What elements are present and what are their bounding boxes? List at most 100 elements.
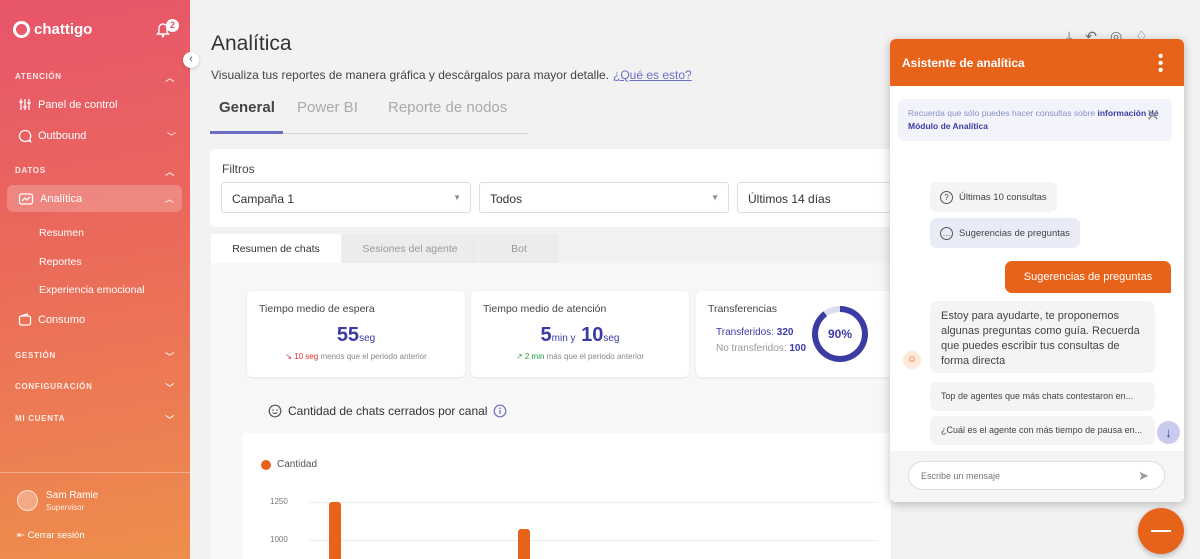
- kpi-title: Tiempo medio de espera: [259, 303, 375, 315]
- chart-bar[interactable]: [329, 502, 341, 559]
- kpi-value: 5min y 10seg: [471, 324, 689, 347]
- logout-icon: ⇤: [17, 530, 28, 541]
- suggestion-item[interactable]: Top de agentes que más chats contestaron…: [930, 382, 1155, 411]
- chat-bubble-icon: …: [940, 226, 953, 240]
- chip-label: Sugerencias de preguntas: [959, 227, 1070, 239]
- logo-mark-icon: [13, 21, 30, 38]
- chat-notice: Recuerda que sólo puedes hacer consultas…: [898, 99, 1172, 141]
- chattigo-logo[interactable]: chattigo: [13, 21, 92, 38]
- chevron-up-icon: ︿: [165, 167, 175, 177]
- section-datos[interactable]: DATOS ︿: [15, 166, 175, 177]
- message-input[interactable]: [908, 461, 1165, 490]
- subtab-bot[interactable]: Bot: [479, 234, 559, 264]
- chevron-up-icon: ︿: [164, 194, 174, 204]
- sidebar-subitem-reportes[interactable]: Reportes: [39, 256, 82, 268]
- not-transferred-value: 100: [789, 343, 807, 354]
- more-options-icon[interactable]: • • •: [1158, 49, 1163, 78]
- kpi-delta-value: 10 seg: [294, 352, 319, 361]
- notice-text: Recuerda que sólo puedes hacer consultas…: [908, 108, 1096, 118]
- user-message: Sugerencias de preguntas: [1005, 261, 1171, 293]
- suggestion-item[interactable]: ¿Cuál es el agente con más tiempo de pau…: [930, 416, 1155, 445]
- chat-toggle-button[interactable]: [1138, 508, 1184, 554]
- collapse-sidebar-button[interactable]: ‹: [183, 52, 199, 68]
- kpi-card-transfers: Transferencias Transferidos: 320 No tran…: [696, 291, 896, 377]
- scope-select[interactable]: Todos ▼: [479, 182, 729, 213]
- sidebar-item-consumo[interactable]: Consumo: [18, 313, 176, 327]
- chevron-down-icon: ﹀: [166, 131, 176, 142]
- chevron-down-icon: ﹀: [165, 383, 175, 393]
- question-icon: ?: [940, 190, 953, 204]
- tab-reporte-nodos[interactable]: Reporte de nodos: [388, 99, 507, 116]
- dropdown-arrow-icon: ▼: [453, 193, 461, 202]
- avatar[interactable]: [17, 490, 38, 511]
- close-icon[interactable]: ✕: [1146, 107, 1160, 124]
- tab-general[interactable]: General: [219, 99, 275, 116]
- chart-legend[interactable]: Cantidad: [261, 459, 317, 470]
- logo-text: chattigo: [34, 21, 93, 38]
- send-icon[interactable]: ➤: [1138, 468, 1172, 484]
- wallet-icon: [18, 313, 32, 326]
- page-subtitle: Visualiza tus reportes de manera gráfica…: [211, 68, 692, 82]
- chart-title: Cantidad de chats cerrados por canal: [268, 404, 507, 418]
- sidebar-subitem-resumen[interactable]: Resumen: [39, 227, 84, 239]
- help-link[interactable]: ¿Qué es esto?: [613, 68, 692, 82]
- subtab-resumen-chats[interactable]: Resumen de chats: [211, 234, 341, 264]
- subtab-sesiones-agente[interactable]: Sesiones del agente: [342, 234, 478, 264]
- gridline: [308, 502, 878, 503]
- chat-title: Asistente de analítica: [902, 56, 1025, 70]
- chip-label: Últimas 10 consultas: [959, 191, 1047, 203]
- chip-suggestions[interactable]: … Sugerencias de preguntas: [930, 218, 1080, 248]
- campaign-select[interactable]: Campaña 1 ▼: [221, 182, 471, 213]
- not-transferred-line: No transferidos: 100: [716, 343, 806, 354]
- y-tick-label: 1000: [270, 535, 288, 544]
- user-role: Supervisor: [46, 503, 85, 512]
- donut-percent: 90%: [818, 312, 862, 356]
- section-mi-cuenta[interactable]: MI CUENTA ﹀: [15, 414, 175, 425]
- bot-avatar-icon: ☺: [903, 351, 921, 369]
- legend-swatch: [261, 459, 271, 470]
- sidebar-item-panel[interactable]: Panel de control: [18, 98, 176, 111]
- page-subtitle-text: Visualiza tus reportes de manera gráfica…: [211, 68, 609, 82]
- minimize-icon: [1151, 530, 1171, 532]
- chat-bubble-icon: [18, 129, 32, 143]
- trend-up-icon: ↗: [515, 352, 523, 361]
- transfer-donut: 90%: [812, 306, 868, 362]
- sidebar-item-label: Panel de control: [38, 98, 118, 111]
- sidebar: chattigo 2 ATENCIÓN ︿ Panel de control Ou…: [0, 0, 190, 559]
- tab-power-bi[interactable]: Power BI: [297, 99, 358, 116]
- page-title: Analítica: [211, 32, 292, 55]
- chart-bar[interactable]: [518, 529, 530, 559]
- section-gestion[interactable]: GESTIÓN ﹀: [15, 351, 175, 362]
- section-configuracion[interactable]: CONFIGURACIÓN ﹀: [15, 382, 175, 393]
- section-atencion[interactable]: ATENCIÓN ︿: [15, 72, 175, 83]
- section-atencion-label: ATENCIÓN: [15, 72, 62, 81]
- campaign-select-value: Campaña 1: [232, 192, 295, 206]
- sidebar-subitem-experiencia[interactable]: Experiencia emocional: [39, 284, 145, 296]
- logout-link[interactable]: ⇤ Cerrar sesión: [17, 530, 85, 541]
- sidebar-item-outbound[interactable]: Outbound ﹀: [18, 129, 176, 143]
- transferred-value: 320: [776, 327, 794, 338]
- section-mi-cuenta-label: MI CUENTA: [15, 414, 66, 423]
- user-name: Sam Ramie: [46, 490, 99, 501]
- period-select-value: Últimos 14 días: [748, 192, 831, 206]
- kpi-card-wait: Tiempo medio de espera 55seg ↘ 10 seg me…: [247, 291, 465, 377]
- analytics-icon: [18, 192, 34, 205]
- kpi-value: 55seg: [247, 324, 465, 347]
- kpi-delta-value: 2 min: [524, 352, 545, 361]
- transferred-line: Transferidos: 320: [716, 327, 793, 338]
- sidebar-item-label: Outbound: [38, 130, 87, 142]
- sliders-icon: [19, 99, 31, 110]
- kpi-card-attention: Tiempo medio de atención 5min y 10seg ↗ …: [471, 291, 689, 377]
- info-icon[interactable]: [493, 404, 507, 418]
- sidebar-item-label: Analítica: [40, 192, 83, 205]
- section-configuracion-label: CONFIGURACIÓN: [15, 382, 93, 391]
- chevron-down-icon: ﹀: [165, 415, 175, 425]
- scroll-down-button[interactable]: ↓: [1157, 421, 1180, 444]
- chip-recent-queries[interactable]: ? Últimas 10 consultas: [930, 182, 1057, 212]
- sidebar-divider: [0, 472, 190, 473]
- active-tab-indicator: [210, 131, 283, 134]
- y-tick-label: 1250: [270, 497, 288, 506]
- sidebar-item-analitica[interactable]: Analítica ︿: [7, 185, 182, 212]
- kpi-delta-text: menos que el periodo anterior: [320, 352, 427, 361]
- chat-header: Asistente de analítica • • •: [890, 39, 1184, 86]
